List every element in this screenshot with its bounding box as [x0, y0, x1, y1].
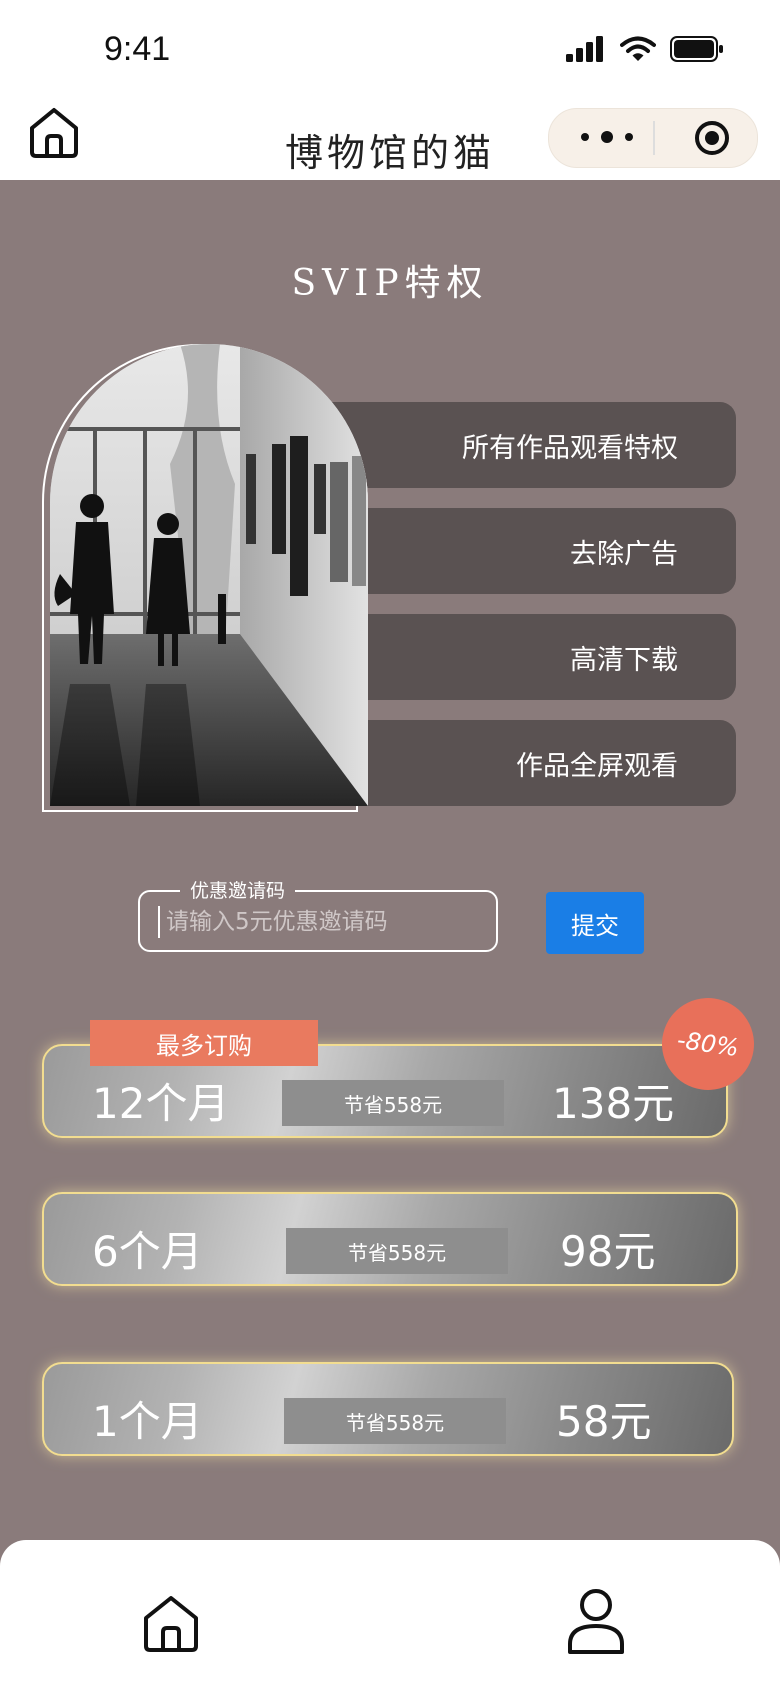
plan-duration: 6个月	[92, 1227, 203, 1276]
benefit-item: 高清下载	[330, 614, 736, 700]
status-time: 9:41	[104, 30, 171, 68]
target-icon[interactable]	[693, 119, 731, 157]
status-icons	[566, 36, 724, 62]
plan-price: 98元	[560, 1227, 656, 1276]
plan-savings: 节省558元	[282, 1080, 504, 1126]
invite-code-label: 优惠邀请码	[180, 876, 296, 903]
plan-card-6-months[interactable]: 6个月 节省558元 98元	[42, 1192, 738, 1286]
user-icon[interactable]	[566, 1588, 626, 1654]
gallery-photo	[50, 344, 368, 806]
benefit-item: 所有作品观看特权	[330, 402, 736, 488]
benefit-label: 高清下载	[570, 644, 678, 676]
plan-savings: 节省558元	[286, 1228, 508, 1274]
capsule-divider	[653, 121, 655, 155]
benefit-item: 作品全屏观看	[330, 720, 736, 806]
plan-price: 138元	[552, 1079, 675, 1128]
benefit-label: 去除广告	[570, 538, 678, 570]
plan-savings: 节省558元	[284, 1398, 506, 1444]
nav-bar: 博物馆的猫	[0, 104, 780, 180]
wifi-icon	[620, 36, 656, 61]
plan-duration: 12个月	[92, 1079, 230, 1128]
most-ordered-tag: 最多订购	[90, 1020, 318, 1066]
invite-code-box: 优惠邀请码	[138, 876, 498, 952]
benefit-label: 作品全屏观看	[516, 750, 678, 782]
svip-title: SVIP特权	[291, 263, 489, 304]
status-bar: 9:41	[0, 0, 780, 104]
submit-button[interactable]: 提交	[546, 892, 644, 954]
home-icon[interactable]	[140, 1592, 202, 1654]
plan-price: 58元	[556, 1397, 652, 1446]
more-dots-icon[interactable]	[577, 127, 637, 147]
benefit-item: 去除广告	[330, 508, 736, 594]
bottom-tab-bar	[0, 1540, 780, 1688]
plan-duration: 1个月	[92, 1397, 203, 1446]
mini-program-capsule	[548, 108, 758, 168]
invite-code-input[interactable]	[158, 906, 486, 938]
benefit-label: 所有作品观看特权	[462, 432, 678, 464]
battery-icon	[670, 36, 723, 62]
main-content: SVIP特权 所有作品观看特权 去除广告 高清下载 作品全屏观看 优惠邀请码 请…	[0, 180, 780, 1540]
signal-icon	[566, 36, 603, 62]
plan-card-1-month[interactable]: 1个月 节省558元 58元	[42, 1362, 734, 1456]
